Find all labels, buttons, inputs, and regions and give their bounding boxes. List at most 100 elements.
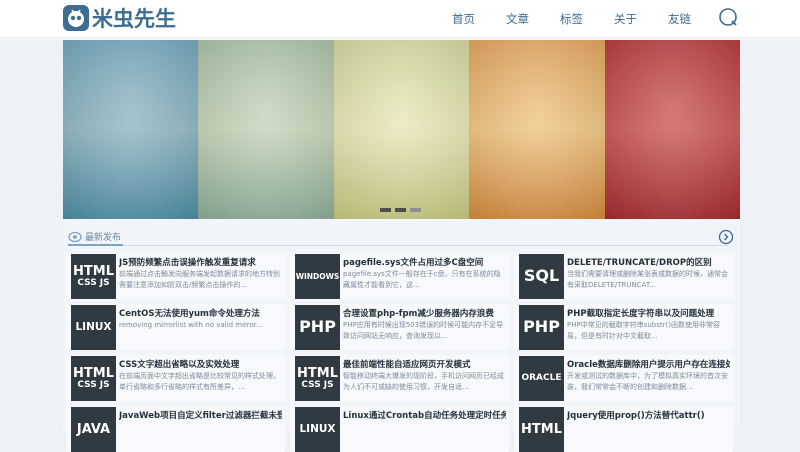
thumbnail-label-line: HTML [73, 365, 114, 381]
banner-stripe [63, 40, 198, 219]
post-card[interactable]: ORACLE Oracle数据库删除用户提示用户存在连接处理... 开发或测试的数据… [514, 355, 733, 401]
thumbnail-label-line: SQL [523, 266, 560, 286]
post-title[interactable]: Linux通过Crontab自动任务处理定时任务 [343, 409, 506, 421]
post-excerpt: 前端通过点击触发向服务端发起数据请求的地方特别需要注意添加如防双击/频繁点击操作… [119, 270, 280, 289]
post-title[interactable]: 最佳前端性能自适应网页开发模式 [343, 358, 506, 370]
banner-stripe [469, 40, 605, 219]
section-icon [68, 231, 82, 242]
post-excerpt: pagefile.sys文件一般存在于c盘，只有在系统的隐藏属性才能看到它，这.… [343, 270, 501, 289]
nav-links[interactable]: 友链 [668, 11, 691, 27]
post-card[interactable]: SQL DELETE/TRUNCATE/DROP的区别当我们需要清理或删除某张表或… [514, 253, 733, 299]
post-excerpt [119, 422, 282, 448]
post-thumbnail: HTML [519, 407, 564, 452]
post-card[interactable]: PHP 合理设置php-fpm减少服务器内存浪费 PHP应用有时候出现503错误的时… [290, 304, 509, 350]
thumbnail-label: LINUX [295, 407, 340, 452]
post-thumbnail: WINDOWS [295, 254, 340, 299]
post-card[interactable]: HTML CSS JS JS预防频繁点击误操作触发重复请求 前端通过点击触发向服务端发… [66, 253, 285, 299]
nav-about[interactable]: 关于 [614, 11, 637, 27]
banner-stripe [334, 40, 469, 219]
thumbnail-label-line: JAVA [76, 421, 111, 437]
post-card[interactable]: LINUX Linux通过Crontab自动任务处理定时任务 [290, 406, 509, 452]
post-thumbnail: HTML CSS JS [71, 356, 116, 401]
thumbnail-label-line: HTML [297, 365, 338, 381]
thumbnail-label-line: LINUX [299, 422, 336, 435]
post-card[interactable]: HTML CSS JS CSS文字超出省略以及实效处理 在前端页面中文字超出省略是比较… [66, 355, 285, 401]
post-card[interactable]: WINDOWS pagefile.sys文件占用过多C盘空间 pagefile.sy… [290, 253, 509, 299]
thumbnail-label: HTML CSS JS [71, 356, 116, 401]
post-thumbnail: ORACLE [519, 356, 564, 401]
thumbnail-label-line: HTML [521, 421, 562, 437]
carousel-dot[interactable] [395, 208, 406, 212]
thumbnail-label: ORACLE [519, 356, 564, 401]
post-thumbnail: HTML CSS JS [71, 254, 116, 299]
post-title[interactable]: Oracle数据库删除用户提示用户存在连接处理... [567, 358, 730, 370]
post-thumbnail: HTML CSS JS [295, 356, 340, 401]
thumbnail-label-line: PHP [523, 317, 560, 337]
section-title: 最新发布 [85, 233, 122, 243]
post-card[interactable]: LINUX CentOS无法使用yum命令处理方法 removing mirrorl… [66, 304, 285, 350]
post-title[interactable]: JS预防频繁点击误操作触发重复请求 [119, 256, 282, 268]
post-card[interactable]: JAVA JavaWeb项目自定义filter过滤器拦截未登录... [66, 406, 285, 452]
post-thumbnail: SQL [519, 254, 564, 299]
carousel-dot[interactable] [380, 208, 391, 212]
search-icon[interactable] [718, 7, 738, 27]
nav-articles[interactable]: 文章 [506, 11, 529, 27]
thumbnail-label-line: WINDOWS [295, 271, 340, 281]
post-thumbnail: JAVA [71, 407, 116, 452]
post-excerpt: PHP应用有时候出现503错误的时候可能内存不足导致访问网站无响应，查询发现以.… [343, 321, 504, 340]
post-card[interactable]: PHP PHP截取指定长度字符串以及问题处理 PHP中常见的截取字符串substr(… [514, 304, 733, 350]
nav-home[interactable]: 首页 [452, 11, 475, 27]
thumbnail-label: PHP [519, 305, 564, 350]
thumbnail-label: LINUX [71, 305, 116, 350]
post-card[interactable]: HTML CSS JS 最佳前端性能自适应网页开发模式 智能移动终端大爆发的现阶段，手… [290, 355, 509, 401]
post-excerpt [343, 422, 506, 448]
carousel-indicators [380, 208, 421, 212]
nav-tags[interactable]: 标签 [560, 11, 583, 27]
more-arrow-icon[interactable] [718, 229, 734, 245]
post-title[interactable]: DELETE/TRUNCATE/DROP的区别 [567, 256, 730, 268]
thumbnail-label: HTML CSS JS [295, 356, 340, 401]
thumbnail-label: WINDOWS [295, 254, 340, 299]
latest-posts-section: 最新发布 HTML CSS JS JS预防频繁点击误操作触发重复请求 前端通过点击触发… [63, 219, 740, 452]
section-divider [68, 245, 728, 246]
section-divider-accent [68, 244, 123, 246]
thumbnail-label: PHP [295, 305, 340, 350]
thumbnail-label: SQL [519, 254, 564, 299]
post-title[interactable]: 合理设置php-fpm减少服务器内存浪费 [343, 307, 506, 319]
thumbnail-label-line: HTML [73, 263, 114, 279]
site-logo[interactable]: 米虫先生 [63, 3, 176, 33]
post-excerpt: 当我们需要清理或删除某张表或数据的时候，通常会有采取DELETE/TRUNCAT… [567, 270, 728, 289]
post-excerpt: removing mirrorlist with no valid mirror… [119, 321, 263, 329]
banner-stripe [605, 40, 740, 219]
post-excerpt: 智能移动终端大爆发的现阶段，手机访问网页已经成为人们不可或缺的使用习惯，开发自适… [343, 372, 504, 391]
logo-mascot-icon [63, 5, 89, 31]
top-header: 米虫先生 首页 文章 标签 关于 友链 [0, 0, 800, 37]
thumbnail-label-line: CSS JS [77, 379, 110, 390]
post-title[interactable]: PHP截取指定长度字符串以及问题处理 [567, 307, 730, 319]
thumbnail-label-line: PHP [299, 317, 336, 337]
post-card[interactable]: HTML Jquery使用prop()方法替代attr() [514, 406, 733, 452]
post-excerpt: 开发或测试的数据库中，为了模拟真实环境的首次安装，我们常常会不断的创建和删除数据… [567, 372, 728, 391]
section-header[interactable]: 最新发布 [68, 230, 121, 243]
post-thumbnail: LINUX [295, 407, 340, 452]
carousel-dot-active[interactable] [410, 208, 421, 212]
thumbnail-label-line: ORACLE [521, 372, 562, 383]
post-title[interactable]: Jquery使用prop()方法替代attr() [567, 409, 730, 421]
post-title[interactable]: JavaWeb项目自定义filter过滤器拦截未登录... [119, 409, 282, 421]
thumbnail-label: HTML [519, 407, 564, 452]
thumbnail-label: JAVA [71, 407, 116, 452]
hero-banner[interactable] [63, 40, 740, 219]
post-excerpt: 在前端页面中文字超出省略是比较常见的样式处理，单行省略和多行省略的样式有所差异，… [119, 372, 280, 391]
post-excerpt [567, 422, 730, 448]
banner-stripe [198, 40, 334, 219]
post-title[interactable]: CentOS无法使用yum命令处理方法 [119, 307, 282, 319]
logo-text: 米虫先生 [92, 7, 176, 31]
thumbnail-label-line: CSS JS [301, 379, 334, 390]
post-thumbnail: PHP [519, 305, 564, 350]
post-excerpt: PHP中常见的截取字符串substr()函数使用非常容易，但是有时针对中文截取.… [567, 321, 720, 340]
thumbnail-label-line: CSS JS [77, 277, 110, 288]
thumbnail-label: HTML CSS JS [71, 254, 116, 299]
post-title[interactable]: pagefile.sys文件占用过多C盘空间 [343, 256, 506, 268]
post-title[interactable]: CSS文字超出省略以及实效处理 [119, 358, 282, 370]
post-thumbnail: PHP [295, 305, 340, 350]
